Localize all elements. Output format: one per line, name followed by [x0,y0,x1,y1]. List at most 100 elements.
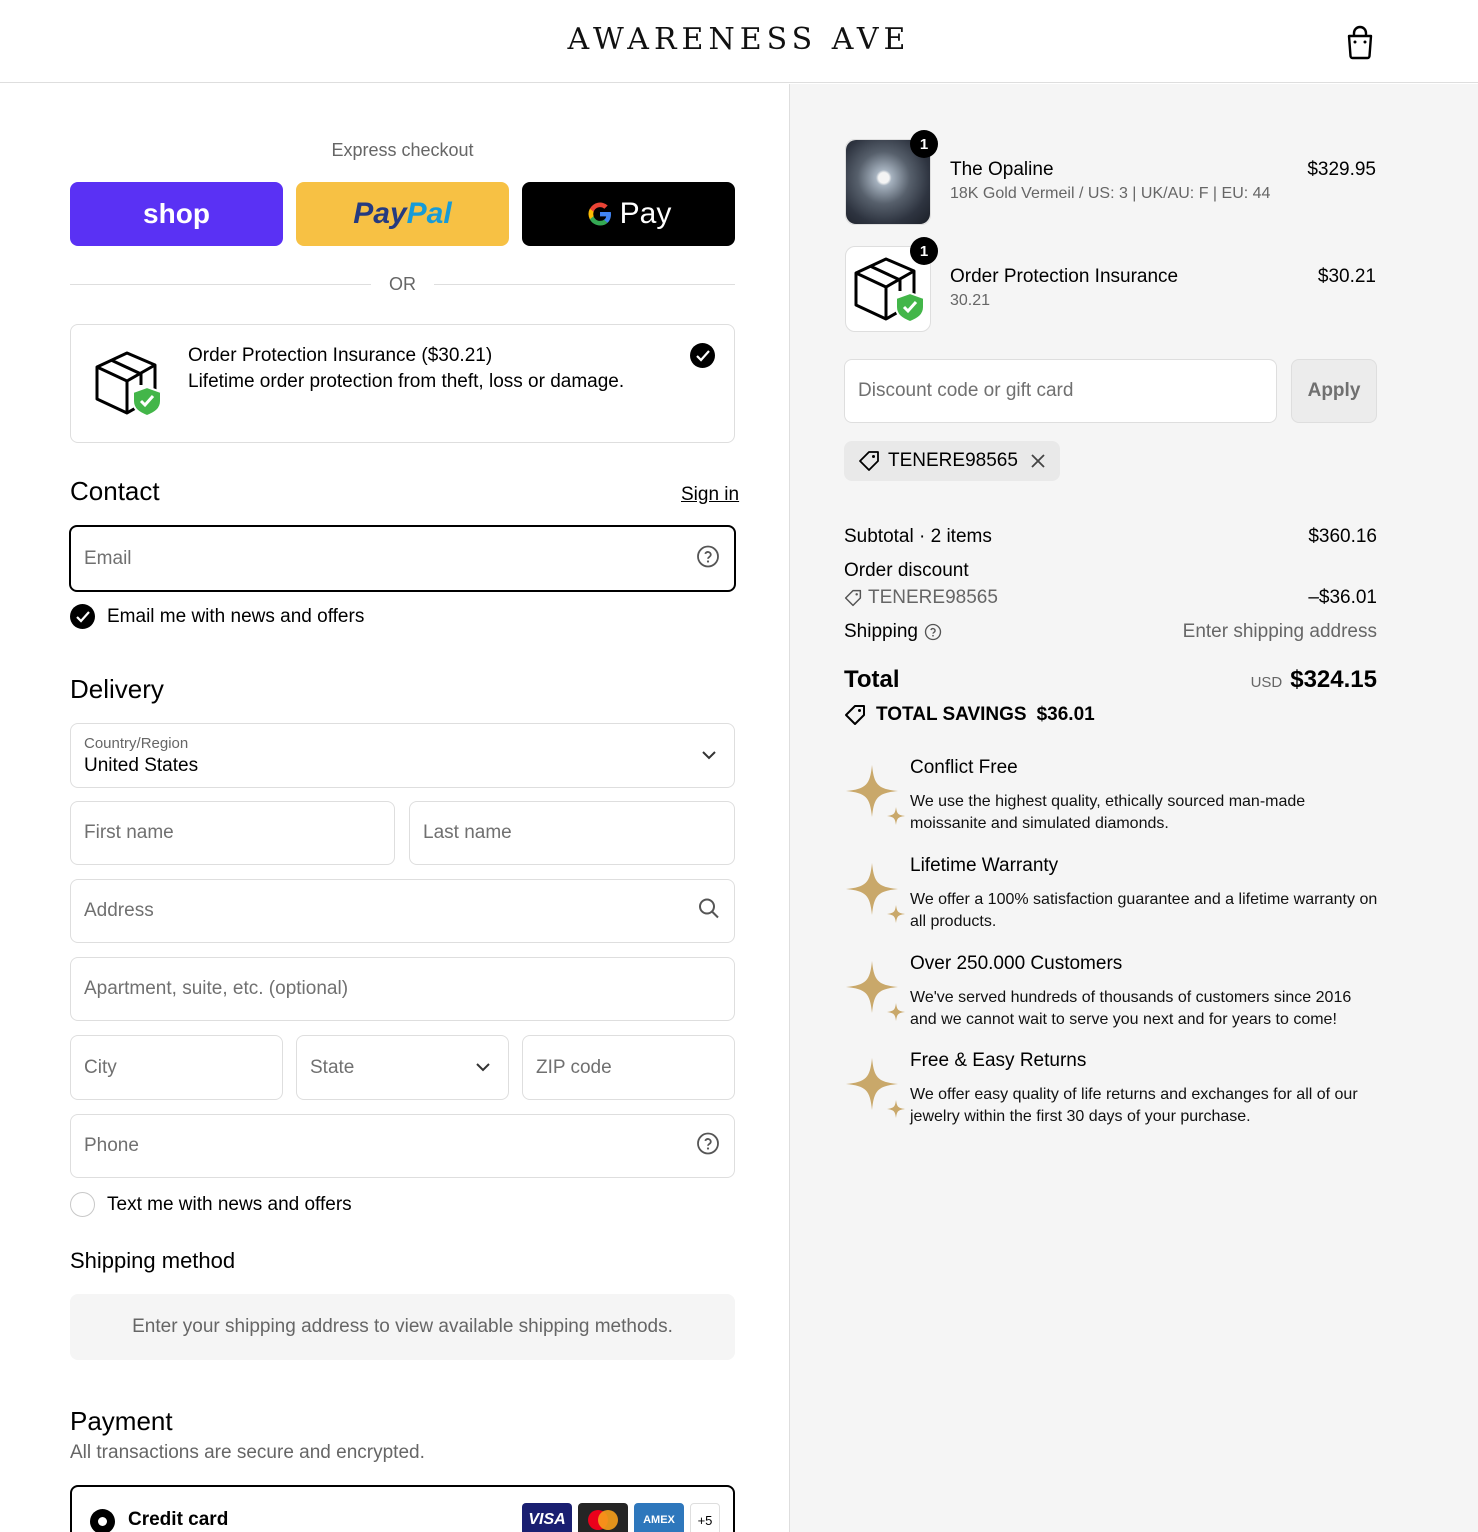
credit-card-label: Credit card [128,1509,229,1530]
shop-pay-label: shop [143,198,210,229]
feature-title: Over 250.000 Customers [910,953,1123,974]
contact-heading: Contact [70,476,160,506]
product-thumbnail-opaline: 1 [845,130,938,225]
shipping-method-heading: Shipping method [70,1248,236,1273]
protection-checkbox[interactable] [690,343,715,368]
or-label: OR [389,273,416,294]
last-name-field[interactable] [409,801,735,865]
phone-input[interactable] [84,1115,687,1177]
payment-heading: Payment [70,1406,173,1436]
feature-description: We use the highest quality, ethically so… [910,793,1306,832]
first-name-field[interactable] [70,801,395,865]
tag-icon [859,451,879,471]
credit-card-radio[interactable] [90,1509,115,1532]
email-news-label: Email me with news and offers [107,605,365,627]
sparkle-icon [846,863,905,923]
total-value: $324.15 [1290,666,1377,693]
sparkle-icon [846,1058,905,1118]
last-name-input[interactable] [423,802,687,864]
total-amount: USD $324.15 [1251,666,1377,694]
item-variant: 18K Gold Vermeil / US: 3 | UK/AU: F | EU… [950,185,1271,202]
google-pay-label: Pay [619,197,672,230]
close-icon[interactable] [1030,453,1046,469]
country-select[interactable]: Country/Region United States [70,723,735,788]
visa-logo: VISA [522,1503,572,1532]
item-price: $30.21 [1317,266,1376,287]
or-divider: OR [70,272,735,296]
sms-news-checkbox[interactable] [70,1192,95,1217]
help-circle-icon[interactable] [696,1132,720,1161]
sms-news-checkbox-row[interactable]: Text me with news and offers [70,1192,352,1217]
sparkle-icon [846,961,905,1021]
help-circle-icon[interactable] [924,623,942,641]
first-name-input[interactable] [84,802,347,864]
savings-label: TOTAL SAVINGS [876,704,1027,725]
package-shield-icon [91,345,167,426]
feature-description: We offer easy quality of life returns an… [910,1086,1358,1125]
discount-input[interactable] [858,360,1258,422]
brand-logo[interactable]: AWARENESS AVE [0,22,1478,57]
order-discount-label: Order discount [844,560,969,581]
search-icon [698,898,720,925]
sparkle-icon [846,765,905,825]
paypal-button[interactable]: Pay Pal [296,182,509,246]
email-news-checkbox[interactable] [70,604,95,629]
feature-title: Lifetime Warranty [910,855,1059,876]
card-logos: VISA AMEX +5 [522,1503,720,1532]
discount-field[interactable] [844,359,1277,423]
discount-value: –$36.01 [1308,587,1377,608]
order-discount-row: Order discount [844,560,1377,582]
item-name: Order Protection Insurance [950,266,1179,287]
order-protection-box[interactable]: Order Protection Insurance ($30.21) Life… [70,324,735,443]
delivery-heading: Delivery [70,674,164,704]
credit-card-option[interactable]: Credit card VISA AMEX +5 [70,1485,735,1532]
mastercard-logo [578,1503,628,1532]
item-price: $329.95 [1307,159,1376,180]
feature-title: Free & Easy Returns [910,1050,1087,1071]
shop-pay-button[interactable]: shop [70,182,283,246]
country-value: United States [84,755,199,776]
state-select[interactable]: State [296,1035,509,1100]
zip-field[interactable] [522,1035,735,1100]
total-row: Total USD $324.15 [844,666,1377,694]
help-circle-icon[interactable] [696,544,720,573]
amex-logo: AMEX [634,1503,684,1532]
total-currency: USD [1250,674,1283,691]
email-news-checkbox-row[interactable]: Email me with news and offers [70,604,364,629]
city-field[interactable] [70,1035,283,1100]
subtotal-label: Subtotal · 2 items [844,526,992,547]
subtotal-row: Subtotal · 2 items $360.16 [844,526,1377,548]
payment-subtitle: All transactions are secure and encrypte… [70,1442,425,1463]
discount-code: TENERE98565 [844,587,998,609]
shopping-bag-icon[interactable] [1344,24,1376,60]
top-header: AWARENESS AVE [0,0,1478,83]
apply-button[interactable]: Apply [1291,359,1377,423]
item-variant: 30.21 [950,292,991,309]
shipping-row: Shipping Enter shipping address [844,621,1377,643]
sign-in-link[interactable]: Sign in [681,484,739,506]
savings-value: $36.01 [1036,704,1095,725]
protection-title: Order Protection Insurance ($30.21) [188,345,493,366]
total-savings: TOTAL SAVINGS $36.01 [844,704,1095,726]
feature-customers: Over 250.000 Customers We've served hund… [844,953,1384,1033]
apartment-field[interactable] [70,957,735,1021]
google-g-icon [588,202,611,226]
applied-discount-tag: TENERE98565 [844,441,1060,481]
shipping-method-info: Enter your shipping address to view avai… [70,1294,735,1360]
apartment-input[interactable] [84,958,687,1020]
shipping-label-group: Shipping [844,621,942,643]
feature-conflict-free: Conflict Free We use the highest quality… [844,757,1384,837]
zip-input[interactable] [536,1036,687,1099]
phone-field[interactable] [70,1114,735,1178]
applied-code-label: TENERE98565 [888,450,1018,471]
google-pay-button[interactable]: Pay [522,182,735,246]
email-field[interactable] [69,525,736,592]
city-input[interactable] [84,1036,235,1099]
discount-code-row: TENERE98565 –$36.01 [844,587,1377,609]
product-thumbnail-protection: 1 [845,237,938,332]
email-input[interactable] [84,527,687,590]
quantity-badge: 1 [910,130,938,158]
address-field[interactable] [70,879,735,943]
address-input[interactable] [84,880,687,942]
feature-description: We offer a 100% satisfaction guarantee a… [910,891,1378,930]
